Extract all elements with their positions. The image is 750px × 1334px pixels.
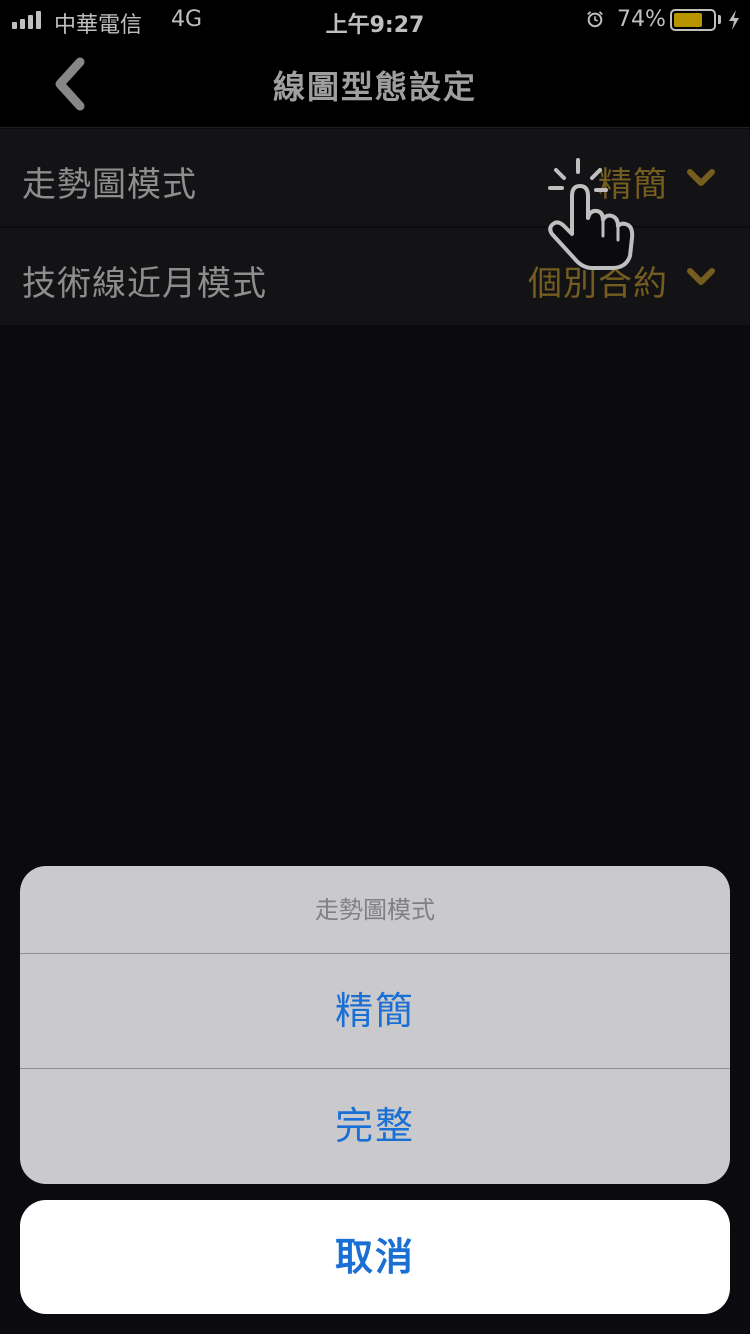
action-sheet: 走勢圖模式 精簡 完整 — [20, 866, 730, 1184]
cancel-button[interactable]: 取消 — [20, 1200, 730, 1314]
action-sheet-title: 走勢圖模式 — [20, 866, 730, 954]
option-full[interactable]: 完整 — [20, 1069, 730, 1184]
settings-screen: 中華電信 4G 上午9:27 74% 線圖型態設定 走勢圖模式 精簡 技術線近月… — [0, 0, 750, 1334]
option-simple[interactable]: 精簡 — [20, 954, 730, 1069]
